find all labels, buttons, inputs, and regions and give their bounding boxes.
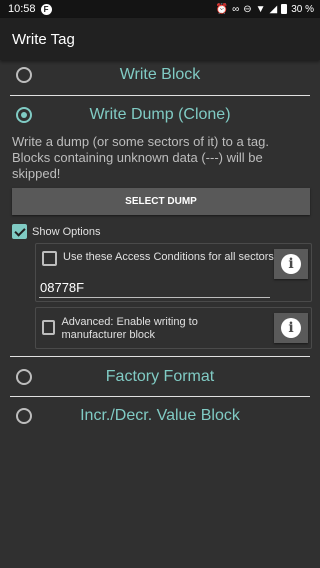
clock: 10:58 [8, 3, 36, 15]
app-notification-icon: F [40, 3, 52, 15]
advanced-panel: Advanced: Enable writing to manufacturer… [35, 307, 312, 349]
write-block-radio[interactable] [16, 67, 32, 83]
battery-percent: 30 % [291, 3, 314, 15]
app-toolbar: Write Tag [0, 18, 320, 60]
advanced-row[interactable]: Advanced: Enable writing to manufacturer… [42, 316, 262, 342]
alarm-icon: ⏰ [215, 3, 229, 15]
write-dump-description: Write a dump (or some sectors of it) to … [12, 134, 269, 181]
signal-icon: ◢ [269, 3, 278, 15]
show-options-toggle[interactable]: Show Options [12, 224, 100, 239]
show-options-label: Show Options [32, 225, 101, 238]
toolbar-title: Write Tag [12, 30, 75, 48]
info-icon: i [281, 318, 301, 338]
access-conditions-input[interactable] [39, 277, 270, 298]
write-dump-radio[interactable] [16, 107, 32, 123]
advanced-checkbox[interactable] [42, 320, 56, 335]
write-dump-label: Write Dump (Clone) [89, 106, 231, 123]
access-conditions-row[interactable]: Use these Access Conditions for all sect… [42, 251, 277, 266]
advanced-label: Advanced: Enable writing to manufacturer… [61, 316, 198, 341]
value-block-radio[interactable] [16, 408, 32, 424]
dnd-icon: ⊖ [243, 3, 252, 15]
factory-format-option[interactable]: Factory Format [10, 364, 310, 390]
write-block-option[interactable]: Write Block [10, 62, 310, 88]
status-bar: 10:58 F ⏰ ∞ ⊖ ▼ ◢ 30 % [0, 0, 320, 18]
access-conditions-checkbox[interactable] [42, 251, 57, 266]
write-dump-option[interactable]: Write Dump (Clone) [10, 102, 310, 128]
divider [10, 356, 310, 357]
advanced-info-button[interactable]: i [274, 313, 308, 343]
show-options-checkbox[interactable] [12, 224, 27, 239]
link-icon: ∞ [232, 3, 240, 15]
factory-format-radio[interactable] [16, 369, 32, 385]
wifi-icon: ▼ [255, 3, 266, 15]
info-icon: i [281, 254, 301, 274]
factory-format-label: Factory Format [105, 368, 215, 385]
value-block-label: Incr./Decr. Value Block [80, 407, 240, 424]
select-dump-button[interactable]: SELECT DUMP [12, 188, 310, 215]
access-conditions-label: Use these Access Conditions for all sect… [63, 251, 277, 263]
divider [10, 95, 310, 96]
divider [10, 396, 310, 397]
write-block-label: Write Block [119, 66, 201, 83]
access-conditions-panel: Use these Access Conditions for all sect… [35, 243, 312, 302]
battery-icon [281, 4, 288, 14]
access-conditions-info-button[interactable]: i [274, 249, 308, 279]
value-block-option[interactable]: Incr./Decr. Value Block [10, 403, 310, 429]
